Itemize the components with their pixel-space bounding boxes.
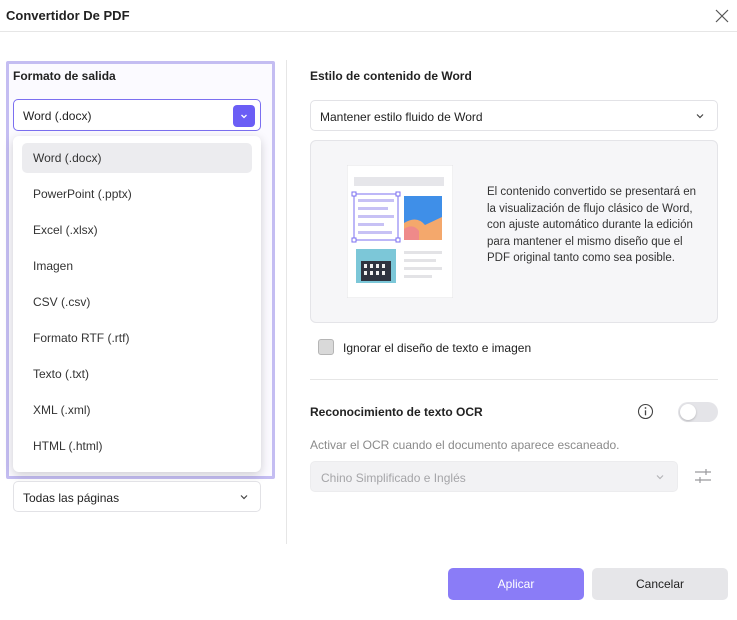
output-format-value: Word (.docx): [23, 109, 92, 123]
menu-item-powerpoint[interactable]: PowerPoint (.pptx): [22, 179, 252, 209]
ignore-layout-label: Ignorar el diseño de texto e imagen: [343, 341, 532, 355]
chevron-down-icon: [656, 475, 664, 480]
title-bar: Convertidor De PDF: [0, 0, 737, 32]
style-description: El contenido convertido se presentará en…: [487, 186, 697, 264]
close-icon: [715, 9, 729, 23]
ocr-language-value: Chino Simplificado e Inglés: [321, 471, 466, 485]
menu-item-csv[interactable]: CSV (.csv): [22, 287, 252, 317]
document-illustration: [347, 165, 453, 298]
menu-item-xml[interactable]: XML (.xml): [22, 395, 252, 425]
chevron-down-icon: [241, 114, 247, 119]
ocr-label: Reconocimiento de texto OCR: [310, 405, 483, 419]
menu-item-html[interactable]: HTML (.html): [22, 431, 252, 461]
sliders-icon: [695, 469, 711, 483]
menu-item-rtf[interactable]: Formato RTF (.rtf): [22, 323, 252, 353]
toggle-knob: [680, 404, 696, 420]
style-preview: El contenido convertido se presentará en…: [310, 140, 718, 323]
ocr-description: Activar el OCR cuando el documento apare…: [310, 438, 620, 452]
apply-button[interactable]: Aplicar: [448, 568, 584, 600]
info-icon[interactable]: [637, 403, 654, 420]
page-range-select[interactable]: Todas las páginas: [13, 481, 261, 512]
close-button[interactable]: [710, 4, 734, 28]
output-format-select[interactable]: Word (.docx): [13, 99, 261, 131]
page-range-value: Todas las páginas: [23, 491, 120, 505]
chevron-down-icon: [696, 114, 704, 119]
ocr-language-select[interactable]: Chino Simplificado e Inglés: [310, 461, 678, 492]
panel-divider: [286, 60, 287, 544]
word-style-label: Estilo de contenido de Word: [310, 69, 472, 83]
word-style-select[interactable]: Mantener estilo fluido de Word: [310, 100, 718, 131]
ocr-toggle[interactable]: [678, 402, 718, 422]
menu-item-image[interactable]: Imagen: [22, 251, 252, 281]
menu-item-word[interactable]: Word (.docx): [22, 143, 252, 173]
chevron-down-icon: [240, 495, 248, 500]
menu-item-text[interactable]: Texto (.txt): [22, 359, 252, 389]
ocr-settings-button[interactable]: [691, 464, 715, 488]
cancel-button[interactable]: Cancelar: [592, 568, 728, 600]
output-format-label: Formato de salida: [13, 69, 116, 83]
ignore-layout-checkbox[interactable]: [318, 339, 334, 355]
output-format-dropdown-button[interactable]: [233, 105, 255, 127]
menu-item-excel[interactable]: Excel (.xlsx): [22, 215, 252, 245]
output-format-menu: Word (.docx) PowerPoint (.pptx) Excel (.…: [13, 136, 261, 472]
section-divider: [310, 379, 718, 380]
window-title: Convertidor De PDF: [6, 8, 130, 23]
word-style-value: Mantener estilo fluido de Word: [320, 110, 483, 124]
